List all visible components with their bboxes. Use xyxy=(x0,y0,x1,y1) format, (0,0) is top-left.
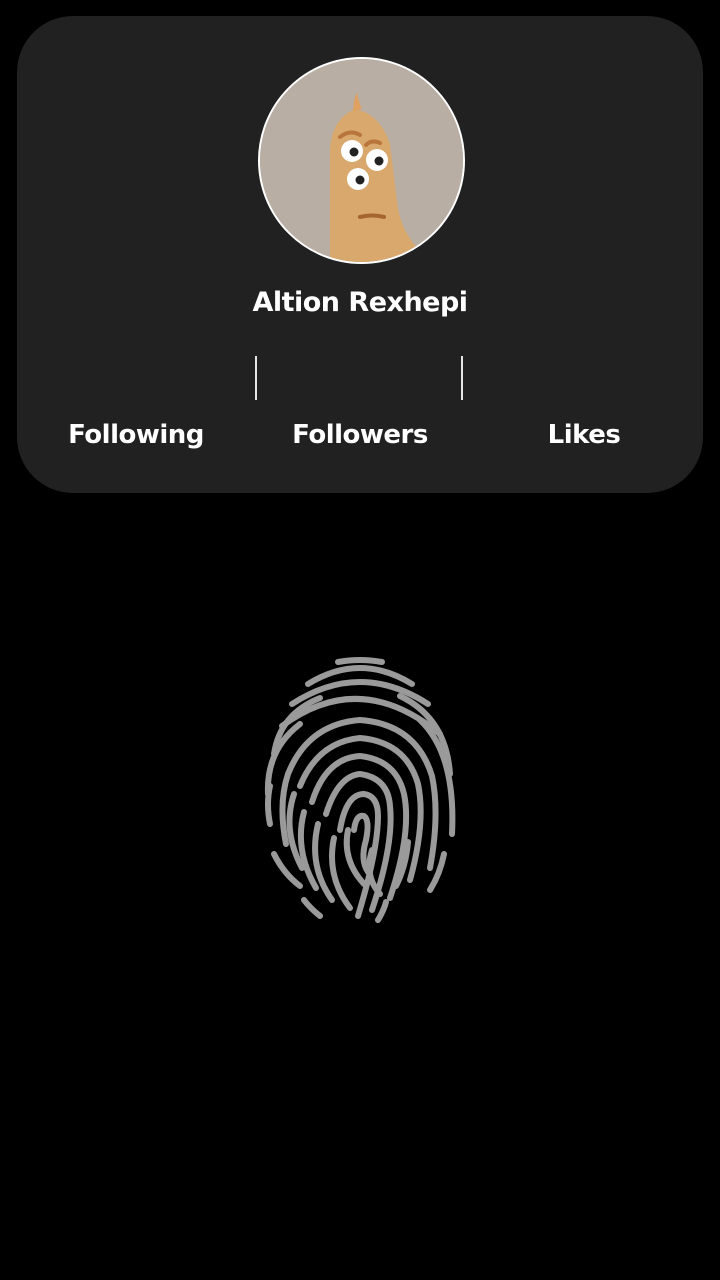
profile-card: Altion Rexhepi Following Followers Likes xyxy=(17,16,703,493)
following-stat[interactable]: Following xyxy=(23,420,249,450)
fingerprint-icon[interactable] xyxy=(260,654,460,926)
followers-stat[interactable]: Followers xyxy=(247,420,473,450)
stats-divider xyxy=(461,356,463,400)
cartoon-character-avatar-icon xyxy=(260,59,463,262)
avatar[interactable] xyxy=(258,57,465,264)
username: Altion Rexhepi xyxy=(252,287,468,318)
likes-stat[interactable]: Likes xyxy=(471,420,697,450)
stats-divider xyxy=(255,356,257,400)
lock-screen: Altion Rexhepi Following Followers Likes xyxy=(0,0,720,1280)
